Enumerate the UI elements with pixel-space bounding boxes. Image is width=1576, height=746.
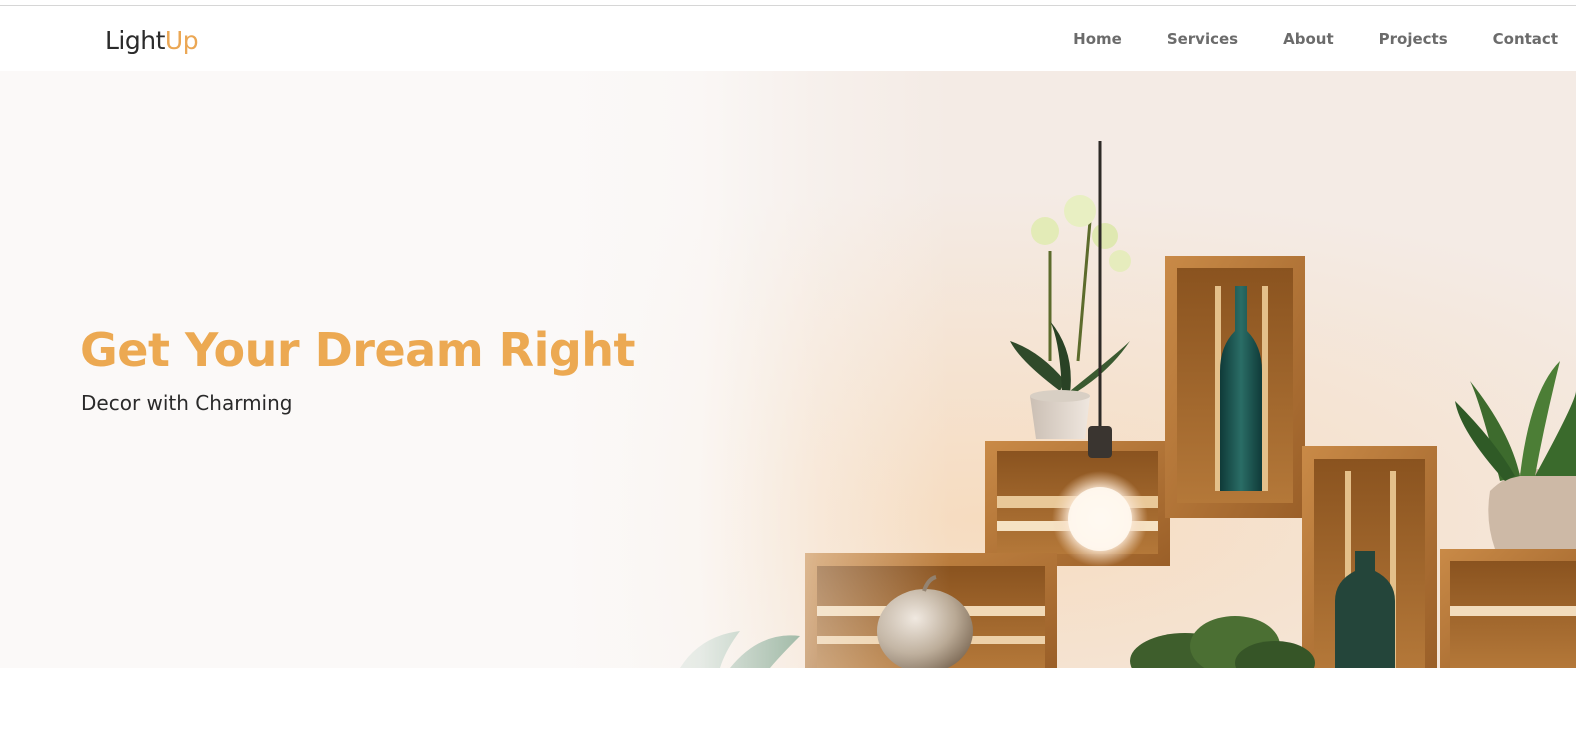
hero-subtitle: Decor with Charming — [81, 391, 293, 415]
nav-item-home[interactable]: Home — [1073, 30, 1122, 48]
nav-item-contact[interactable]: Contact — [1493, 30, 1558, 48]
hero-title: Get Your Dream Right — [80, 323, 636, 377]
brand-name-part2: Up — [164, 26, 199, 55]
brand-logo[interactable]: LightUp — [105, 26, 199, 55]
brand-name-part1: Light — [105, 26, 165, 55]
nav-item-services[interactable]: Services — [1167, 30, 1238, 48]
nav-item-projects[interactable]: Projects — [1379, 30, 1448, 48]
nav-item-about[interactable]: About — [1283, 30, 1334, 48]
site-header: LightUp Home Services About Projects Con… — [0, 6, 1576, 71]
main-nav: Home Services About Projects Contact — [1073, 30, 1558, 48]
hero-section: Get Your Dream Right Decor with Charming — [0, 71, 1576, 668]
